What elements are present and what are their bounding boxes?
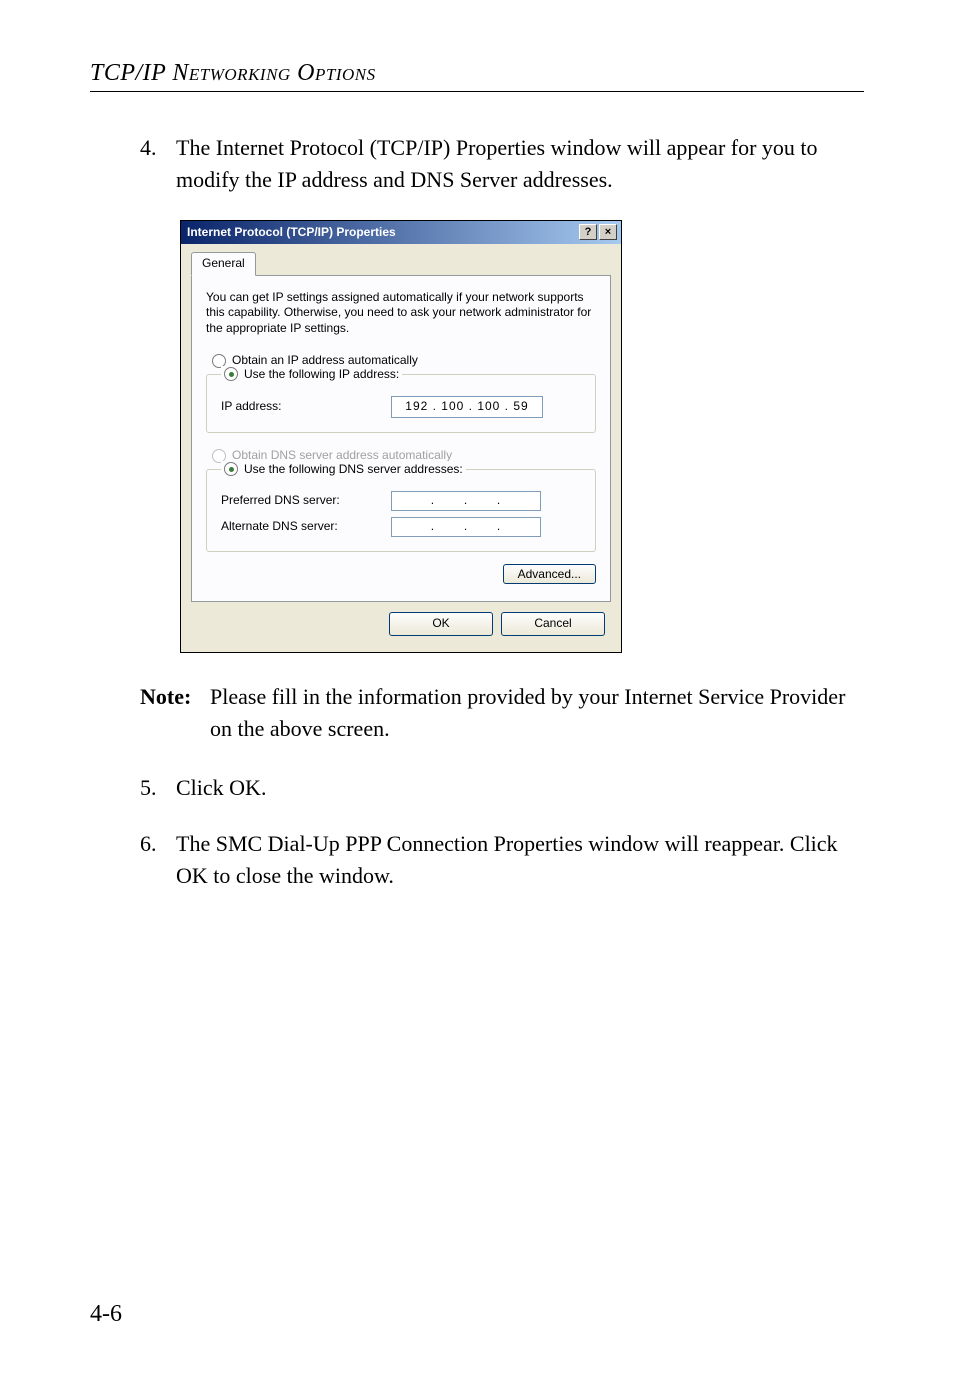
step-number: 5. [140,772,176,804]
page-number: 4-6 [90,1301,122,1328]
dns-fieldset: Use the following DNS server addresses: … [206,469,596,552]
ok-button[interactable]: OK [389,612,493,635]
step-number: 6. [140,828,176,892]
cancel-button[interactable]: Cancel [501,612,605,635]
dialog-title: Internet Protocol (TCP/IP) Properties [187,224,396,241]
dialog-titlebar: Internet Protocol (TCP/IP) Properties ? … [181,221,621,244]
alternate-dns-input[interactable]: . . . [391,517,541,537]
note-label: Note: [140,681,210,745]
radio-use-dns-label[interactable]: Use the following DNS server addresses: [244,461,463,478]
step-text: The SMC Dial-Up PPP Connection Propertie… [176,828,864,892]
preferred-dns-input[interactable]: . . . [391,491,541,511]
radio-icon[interactable] [224,367,238,381]
ip-dot: . [431,518,435,535]
page-header: TCP/IP Networking Options [90,60,864,87]
note-text: Please fill in the information provided … [210,681,864,745]
radio-use-ip-label[interactable]: Use the following IP address: [244,366,399,383]
ip-dot: . [464,518,468,535]
ip-address-input[interactable]: 192 . 100 . 100 . 59 [391,396,543,418]
note: Note: Please fill in the information pro… [140,681,864,745]
step-5: 5. Click OK. [140,772,864,804]
ip-address-label: IP address: [221,398,391,415]
tcpip-properties-dialog: Internet Protocol (TCP/IP) Properties ? … [180,220,622,653]
ip-dot: . [497,518,501,535]
step-6: 6. The SMC Dial-Up PPP Connection Proper… [140,828,864,892]
ip-fieldset: Use the following IP address: IP address… [206,374,596,433]
alternate-dns-label: Alternate DNS server: [221,518,391,535]
ip-dot: . [464,492,468,509]
close-icon[interactable]: × [599,224,617,240]
ip-dot: . [497,492,501,509]
ip-dot: . [431,492,435,509]
radio-icon[interactable] [224,462,238,476]
step-text: Click OK. [176,772,864,804]
preferred-dns-label: Preferred DNS server: [221,492,391,509]
step-4: 4. The Internet Protocol (TCP/IP) Proper… [140,132,864,196]
step-number: 4. [140,132,176,196]
step-text: The Internet Protocol (TCP/IP) Propertie… [176,132,864,196]
dialog-description: You can get IP settings assigned automat… [206,290,596,337]
header-rule [90,91,864,92]
tab-general[interactable]: General [191,252,256,275]
help-icon[interactable]: ? [579,224,597,240]
advanced-button[interactable]: Advanced... [503,564,596,584]
